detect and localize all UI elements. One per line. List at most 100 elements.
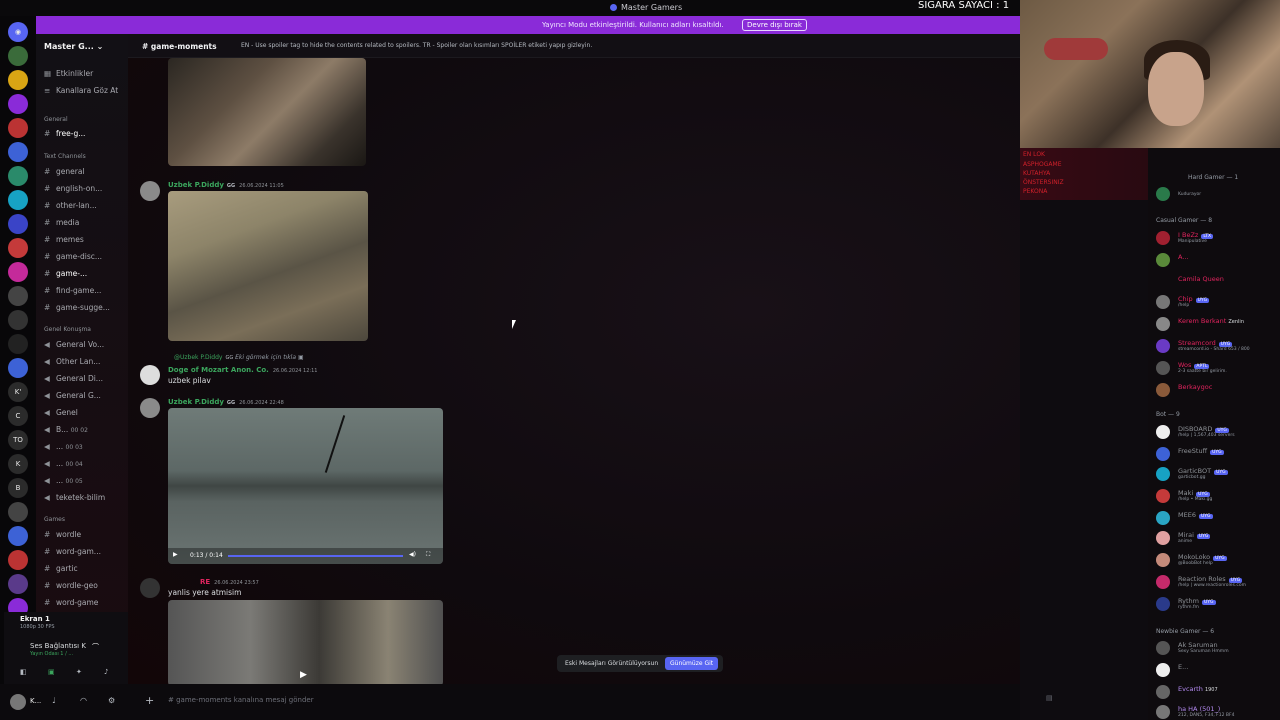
fullscreen-icon[interactable]: ⛶ xyxy=(426,551,430,559)
server-icon[interactable] xyxy=(8,70,28,90)
disable-streamer-mode-button[interactable]: Devre dışı bırak xyxy=(742,19,807,31)
add-attachment-icon[interactable]: + xyxy=(145,694,154,707)
member-item[interactable]: Kerem Berkant Zenlin xyxy=(1156,316,1280,332)
server-icon[interactable] xyxy=(8,94,28,114)
folder-icon[interactable] xyxy=(8,526,28,546)
category-general[interactable]: General xyxy=(44,116,68,123)
video-attachment[interactable]: ▶ 0:13 / 0:14 ◀) ⛶ xyxy=(168,408,443,564)
events-item[interactable]: ▦ Etkinlikler xyxy=(44,69,93,78)
channel-memes[interactable]: # memes xyxy=(44,235,84,244)
member-item[interactable]: Kudurayor xyxy=(1156,186,1280,202)
gift-icon[interactable]: ▤ xyxy=(1046,694,1053,702)
server-icon[interactable] xyxy=(8,550,28,570)
voice-channel[interactable]: ◀... 00 05 xyxy=(44,476,83,485)
server-icon[interactable] xyxy=(8,310,28,330)
gear-icon[interactable]: ⚙ xyxy=(108,696,115,705)
server-name[interactable]: Master G... ⌄ xyxy=(44,42,103,51)
server-icon[interactable] xyxy=(8,118,28,138)
channel-general[interactable]: # general xyxy=(44,167,85,176)
category-games[interactable]: Games xyxy=(44,516,65,523)
member-item[interactable]: Evcarth 1907 xyxy=(1156,684,1280,700)
video-attachment[interactable]: ▶ xyxy=(168,600,443,686)
server-icon[interactable] xyxy=(8,502,28,522)
voice-channel[interactable]: ◀ General Vo... xyxy=(44,340,104,349)
member-item[interactable]: Maki UYG/help • Maki.gg xyxy=(1156,488,1280,504)
voice-channel[interactable]: ◀ Genel xyxy=(44,408,78,417)
voice-channel[interactable]: ◀... 00 04 xyxy=(44,459,83,468)
server-icon[interactable]: B xyxy=(8,478,28,498)
voice-channel[interactable]: ◀ teketek-bilim xyxy=(44,493,105,502)
avatar[interactable] xyxy=(140,578,160,598)
voice-channel[interactable]: ◀... 00 03 xyxy=(44,442,83,451)
jump-to-present-button[interactable]: Günümüze Git xyxy=(665,657,719,670)
message-author[interactable]: Doge of Mozart Anon. Co. 26.06.2024 12:11 xyxy=(168,366,317,374)
channel-game-moments[interactable]: # game-... xyxy=(44,269,87,278)
message-author[interactable]: RE 26.06.2024 23:57 xyxy=(200,578,259,586)
screen-share-icon[interactable]: ▣ xyxy=(48,668,55,676)
volume-icon[interactable]: ◀) xyxy=(409,551,416,558)
disconnect-icon[interactable]: ⌒ xyxy=(92,642,99,652)
headphones-icon[interactable]: ◠ xyxy=(80,696,87,705)
voice-channel[interactable]: ◀ General Di... xyxy=(44,374,103,383)
member-item[interactable]: E... xyxy=(1156,662,1280,678)
voice-channel[interactable]: ◀ B... 00 02 xyxy=(44,425,88,434)
member-item[interactable]: Rythm UYG rythm.fm xyxy=(1156,596,1280,612)
server-icon[interactable] xyxy=(8,574,28,594)
message-input[interactable]: # game-moments kanalına mesaj gönder xyxy=(168,696,314,704)
channel-other-lang[interactable]: # other-lan... xyxy=(44,201,97,210)
play-icon[interactable]: ▶ xyxy=(300,670,307,680)
server-icon[interactable] xyxy=(8,334,28,354)
category-voice[interactable]: Genel Konuşma xyxy=(44,326,91,333)
channel-word-game-2[interactable]: # word-game xyxy=(44,598,98,607)
channel-english[interactable]: # english-on... xyxy=(44,184,102,193)
activity-icon[interactable]: ✦ xyxy=(76,668,82,676)
avatar[interactable] xyxy=(140,181,160,201)
member-item[interactable]: FreeStuff UYG xyxy=(1156,446,1280,462)
member-item[interactable]: Mirai UYG anime xyxy=(1156,530,1280,546)
server-icon[interactable]: K xyxy=(8,454,28,474)
member-item[interactable]: Chip UYG/help xyxy=(1156,294,1280,310)
folder-icon[interactable] xyxy=(8,358,28,378)
server-icon[interactable] xyxy=(8,46,28,66)
home-icon[interactable]: ◉ xyxy=(8,22,28,42)
avatar[interactable] xyxy=(140,398,160,418)
camera-icon[interactable]: ◧ xyxy=(20,668,27,676)
avatar[interactable] xyxy=(10,694,26,710)
member-item[interactable]: ha HA (501_) 212, DAN5, F34, F12 BF4 xyxy=(1156,704,1280,720)
member-item[interactable]: Streamcord UYG streamcord.io - Shard 653 /… xyxy=(1156,338,1280,354)
member-item[interactable]: MEE6 UYG xyxy=(1156,510,1280,526)
channel-find-game[interactable]: # find-game... xyxy=(44,286,101,295)
member-item[interactable]: DISBOARD UYG/help | 1,567,403 servers xyxy=(1156,424,1280,440)
channel-topic[interactable]: EN - Use spoiler tag to hide the content… xyxy=(241,42,592,49)
member-item[interactable]: GarticBOT UYG garticbot.gg xyxy=(1156,466,1280,482)
server-icon[interactable] xyxy=(8,190,28,210)
channel-gartic[interactable]: # gartic xyxy=(44,564,78,573)
message-author[interactable]: Uzbek P.Diddy GG 26.06.2024 22:48 xyxy=(168,398,284,406)
channel-word-game[interactable]: # word-gam... xyxy=(44,547,101,556)
server-icon[interactable] xyxy=(8,166,28,186)
server-icon[interactable] xyxy=(8,142,28,162)
avatar[interactable] xyxy=(140,365,160,385)
message-list[interactable]: Uzbek P.Diddy GG 26.06.2024 11:05 @Uzbek P… xyxy=(128,58,1020,686)
channel-wordle[interactable]: # wordle xyxy=(44,530,81,539)
message-author[interactable]: Uzbek P.Diddy GG 26.06.2024 11:05 xyxy=(168,181,284,189)
channel-game-discussion[interactable]: # game-disc... xyxy=(44,252,102,261)
folder-icon[interactable] xyxy=(8,214,28,234)
server-icon[interactable]: K' xyxy=(8,382,28,402)
server-icon[interactable] xyxy=(8,286,28,306)
voice-channel[interactable]: ◀ General G... xyxy=(44,391,101,400)
browse-channels-item[interactable]: ≡ Kanallara Göz At xyxy=(44,86,118,95)
voice-channel[interactable]: ◀ Other Lan... xyxy=(44,357,100,366)
member-item[interactable]: MokoLoko UYG @BoobBot help xyxy=(1156,552,1280,568)
image-attachment[interactable] xyxy=(168,191,368,341)
server-icon[interactable]: TO xyxy=(8,430,28,450)
image-attachment[interactable] xyxy=(168,58,366,166)
server-icon[interactable] xyxy=(8,262,28,282)
play-icon[interactable]: ▶ xyxy=(173,551,178,558)
member-item[interactable]: A... xyxy=(1156,252,1280,268)
member-item[interactable]: Ak Saruman Sexy Saruman Hmmm xyxy=(1156,640,1280,656)
member-item[interactable]: Wos APTL 2-3 saatte bir gelirim. xyxy=(1156,360,1280,376)
channel-game-suggestions[interactable]: # game-sugge... xyxy=(44,303,110,312)
reply-preview[interactable]: @Uzbek P.Diddy GG Eki görmek için tıkla ▣ xyxy=(174,354,304,361)
video-progress-bar[interactable] xyxy=(228,555,403,557)
